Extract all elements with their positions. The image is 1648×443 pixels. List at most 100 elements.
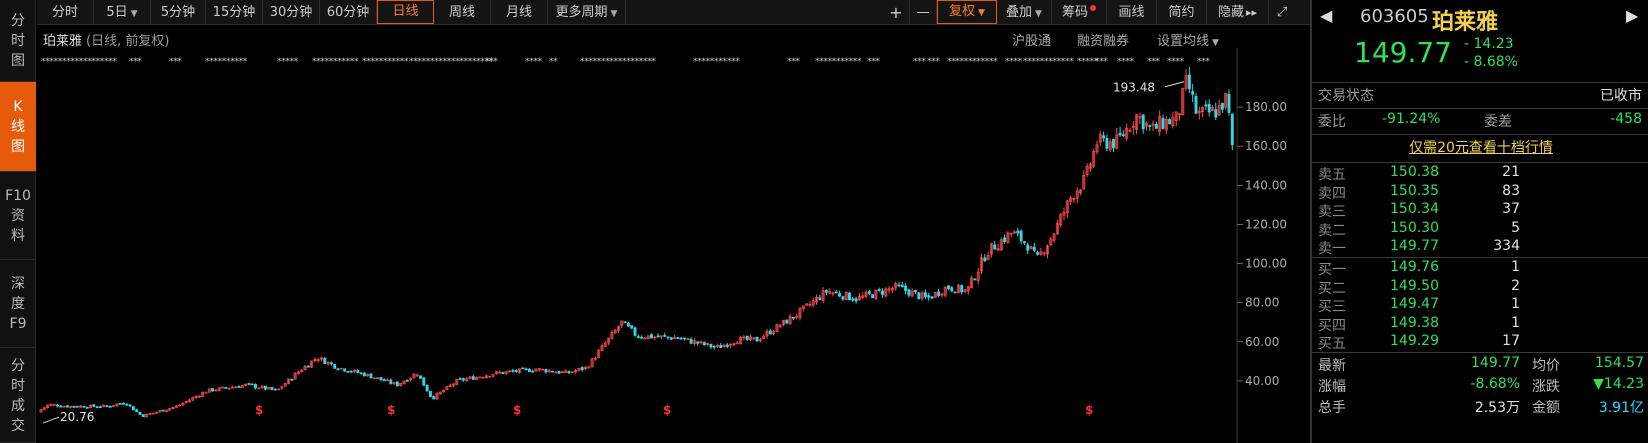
candle-body — [580, 367, 584, 370]
candle-body — [791, 317, 795, 319]
candle-body — [514, 370, 518, 372]
margin-trading-link[interactable]: 融资融券 — [1077, 30, 1129, 49]
divider — [1312, 108, 1648, 109]
trade-status-value: 已收市 — [1600, 88, 1642, 104]
period-15min[interactable]: 15分钟 — [206, 0, 263, 25]
stat-value: 154.57 — [1595, 355, 1644, 371]
candle-body — [683, 337, 686, 340]
dividend-marker: $ — [513, 403, 521, 417]
tab-kline-chart[interactable]: K 线 图 — [0, 82, 36, 172]
candle-body — [947, 285, 950, 290]
news-marker: * — [875, 57, 880, 67]
period-5min[interactable]: 5分钟 — [151, 0, 206, 25]
simple-mode-button[interactable]: 简约 — [1157, 0, 1207, 25]
candle-body — [973, 278, 977, 281]
candle-body — [633, 327, 637, 336]
news-marker: * — [795, 57, 800, 67]
candles — [39, 66, 1234, 418]
zoom-out-button[interactable]: — — [910, 0, 937, 25]
tab-f10-info[interactable]: F10 资 料 — [0, 172, 36, 260]
ask-row[interactable]: 卖一 149.77 334 — [1312, 238, 1648, 257]
candle-body — [993, 244, 997, 250]
next-stock-arrow-icon[interactable]: ▶ — [1626, 6, 1638, 25]
ask-row[interactable]: 卖三 150.34 37 — [1312, 201, 1648, 220]
period-more[interactable]: 更多周期 ▼ — [548, 0, 626, 25]
candle-body — [745, 335, 749, 340]
period-60min[interactable]: 60分钟 — [320, 0, 377, 25]
bid-row[interactable]: 买四 149.38 1 — [1312, 315, 1648, 334]
candle-body — [1214, 109, 1218, 118]
candle-body — [768, 330, 772, 335]
candle-body — [108, 405, 112, 408]
zoom-in-button[interactable]: + — [883, 0, 910, 25]
stat-value: 149.77 — [1471, 355, 1520, 371]
kline-chart[interactable]: * * * * * * * * * * * * * * * * * * * * * * * * * * * * * * * * * * * * * * * *… — [37, 48, 1307, 443]
tab-intraday-trades[interactable]: 分 时 成 交 — [0, 348, 36, 443]
period-5day[interactable]: 5日 ▼ — [94, 0, 151, 25]
ask-price: 150.34 — [1390, 201, 1439, 217]
candle-body — [656, 335, 660, 338]
bid-row[interactable]: 买一 149.76 1 — [1312, 259, 1648, 278]
ma-setting-dropdown[interactable]: 设置均线 ▼ — [1157, 30, 1219, 49]
candle-body — [1112, 139, 1115, 149]
draw-line-button[interactable]: 画线 — [1107, 0, 1157, 25]
chips-button[interactable]: 筹码 — [1052, 0, 1107, 25]
bid-row[interactable]: 买三 149.47 1 — [1312, 296, 1648, 315]
candle-body — [425, 384, 429, 392]
bid-level-label: 买四 — [1318, 317, 1346, 334]
chips-label: 筹码 — [1061, 5, 1088, 20]
candle-body — [254, 384, 257, 389]
ask-price: 149.77 — [1390, 238, 1439, 254]
fuquan-dropdown[interactable]: 复权 ▼ — [937, 0, 997, 24]
hide-button[interactable]: 隐藏 ▸▸ — [1207, 0, 1269, 25]
candle-body — [362, 372, 366, 377]
chevron-down-icon: ▼ — [1035, 9, 1042, 19]
candle-body — [626, 322, 630, 327]
y-axis-ticks: 180.00 160.00 140.00 120.00 100.00 80.00 60.00… — [1245, 100, 1287, 388]
candle-body — [854, 298, 858, 302]
candle-body — [1141, 114, 1145, 130]
news-marker: * — [921, 57, 926, 67]
candle-body — [333, 364, 337, 369]
ask-row[interactable]: 卖四 150.35 83 — [1312, 183, 1648, 202]
divider — [1312, 134, 1648, 135]
stats-row: 总手 2.53万 金额 3.91亿 — [1312, 397, 1648, 417]
candle-body — [1022, 241, 1026, 244]
candle-body — [405, 380, 409, 382]
dividend-markers: $ $ $ $ $ — [255, 403, 1093, 417]
chevron-down-icon: ▼ — [130, 9, 138, 19]
candle-body — [960, 285, 964, 293]
tab-depth-f9[interactable]: 深 度 F9 — [0, 260, 36, 348]
overlay-dropdown[interactable]: 叠加 ▼ — [997, 0, 1052, 25]
ten-level-link[interactable]: 仅需20元查看十档行情 — [1409, 140, 1553, 156]
ask-row[interactable]: 卖五 150.38 21 — [1312, 164, 1648, 183]
tab-intraday-chart[interactable]: 分 时 图 — [0, 0, 36, 82]
ask-row[interactable]: 卖二 150.30 5 — [1312, 220, 1648, 239]
chart-stock-name: 珀莱雅 — [43, 34, 83, 49]
news-marker: * — [243, 57, 248, 67]
ask-volume: 37 — [1502, 201, 1520, 217]
weibi-row: 委比 -91.24% 委差 -458 — [1312, 111, 1648, 133]
stat-value: ▼14.23 — [1593, 376, 1644, 392]
prev-stock-arrow-icon[interactable]: ◀ — [1320, 6, 1332, 25]
bid-row[interactable]: 买五 149.29 17 — [1312, 333, 1648, 352]
candle-body — [636, 336, 640, 338]
candle-body — [135, 409, 139, 413]
period-daily[interactable]: 日线 — [377, 0, 434, 24]
bid-row[interactable]: 买二 149.50 2 — [1312, 278, 1648, 297]
candle-body — [105, 405, 109, 408]
candle-body — [1227, 94, 1231, 113]
period-30min[interactable]: 30分钟 — [263, 0, 320, 25]
candle-body — [458, 378, 462, 380]
period-monthly[interactable]: 月线 — [491, 0, 548, 25]
bid-volume: 17 — [1502, 333, 1520, 349]
weibi-label: 委比 — [1318, 114, 1346, 130]
period-weekly[interactable]: 周线 — [434, 0, 491, 25]
candle-body — [511, 370, 515, 372]
hgt-link[interactable]: 沪股通 — [1012, 30, 1051, 49]
period-intraday[interactable]: 分时 — [37, 0, 94, 25]
candle-body — [551, 370, 554, 373]
candle-body — [75, 405, 79, 408]
fullscreen-button[interactable]: ⤢ — [1269, 0, 1295, 25]
candle-body — [329, 362, 333, 365]
